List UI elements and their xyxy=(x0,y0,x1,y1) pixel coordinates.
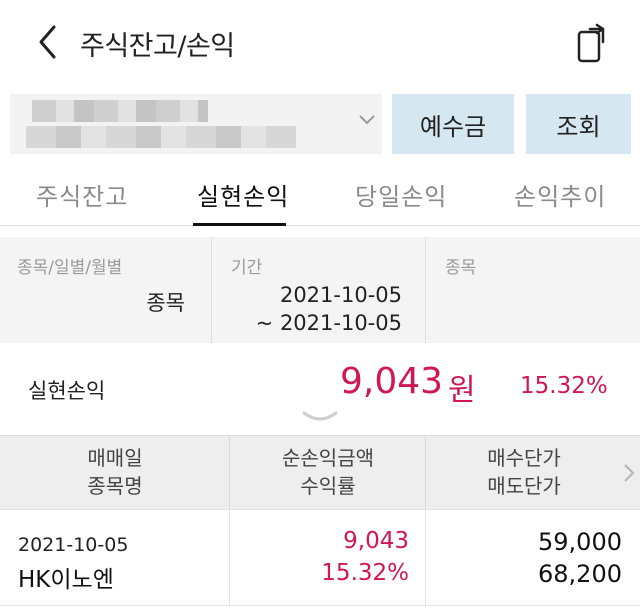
summary-unit: 원 xyxy=(448,373,476,408)
tab-bar: 주식잔고 실현손익 당일손익 손익추이 xyxy=(0,162,640,226)
header-net-pl: 순손익금액 xyxy=(282,446,374,470)
row-buy-price: 59,000 xyxy=(538,528,622,556)
table-header: 매매일 종목명 순손익금액 수익률 매수단가 매도단가 xyxy=(0,435,640,510)
row-trade-date: 2021-10-05 xyxy=(18,534,129,556)
masked-account-name xyxy=(26,126,296,148)
tab-stock-balance[interactable]: 주식잔고 xyxy=(36,177,128,212)
summary-amount: 9,043 xyxy=(340,361,444,402)
period-filter-label: 기간 xyxy=(231,258,263,278)
period-filter[interactable]: 기간 2021-10-05 ~ 2021-10-05 xyxy=(212,237,426,343)
stock-filter[interactable]: 종목 xyxy=(426,237,640,343)
header-pl-rate: 순손익금액 수익률 xyxy=(230,444,426,504)
tab-pl-trend[interactable]: 손익추이 xyxy=(514,177,606,212)
period-end: ~ 2021-10-05 xyxy=(255,311,402,335)
masked-account-number xyxy=(32,100,208,122)
back-arrow-icon xyxy=(39,25,56,59)
mode-filter[interactable]: 종목/일별/월별 종목 xyxy=(0,237,212,343)
row-sell-price: 68,200 xyxy=(538,560,622,588)
realized-pl-summary: 실현손익 9,043 원 15.32% xyxy=(0,343,640,435)
summary-label: 실현손익 xyxy=(28,379,106,403)
period-range: 2021-10-05 ~ 2021-10-05 xyxy=(252,281,402,337)
header-date-name: 매매일 종목명 xyxy=(0,444,230,504)
filter-panel: 종목/일별/월별 종목 기간 2021-10-05 ~ 2021-10-05 종… xyxy=(0,237,640,343)
back-button[interactable] xyxy=(30,22,66,62)
deposit-button[interactable]: 예수금 xyxy=(392,94,514,154)
account-select[interactable] xyxy=(10,94,382,154)
active-tab-indicator xyxy=(193,223,286,226)
period-start: 2021-10-05 xyxy=(279,283,402,307)
chevron-down-icon xyxy=(359,115,375,125)
header-prices: 매수단가 매도단가 xyxy=(426,444,622,504)
stock-filter-label: 종목 xyxy=(445,258,477,278)
row-divider xyxy=(229,510,230,607)
header-return-rate: 수익률 xyxy=(300,474,356,498)
header-stock-name: 종목명 xyxy=(87,474,143,498)
row-return-rate: 15.32% xyxy=(321,560,409,586)
share-button[interactable] xyxy=(576,22,612,64)
mode-filter-value: 종목 xyxy=(146,291,185,315)
row-net-pl: 9,043 xyxy=(343,528,409,554)
query-button[interactable]: 조회 xyxy=(526,94,631,154)
expand-chevron-icon[interactable] xyxy=(300,409,340,425)
header-buy-price: 매수단가 xyxy=(487,446,561,470)
summary-rate: 15.32% xyxy=(520,373,608,399)
table-row[interactable]: 2021-10-05 HK이노엔 9,043 15.32% 59,000 68,… xyxy=(0,509,640,607)
mode-filter-label: 종목/일별/월별 xyxy=(17,258,123,278)
tab-realized-pl[interactable]: 실현손익 xyxy=(197,177,289,212)
page-title: 주식잔고/손익 xyxy=(80,31,235,62)
share-icon xyxy=(577,23,605,63)
header-trade-date: 매매일 xyxy=(87,446,143,470)
app-header: 주식잔고/손익 xyxy=(0,0,640,86)
chevron-right-icon[interactable] xyxy=(622,462,636,484)
row-divider xyxy=(425,510,426,607)
tab-daily-pl[interactable]: 당일손익 xyxy=(355,177,447,212)
header-sell-price: 매도단가 xyxy=(487,474,561,498)
row-stock-name: HK이노엔 xyxy=(18,567,114,593)
